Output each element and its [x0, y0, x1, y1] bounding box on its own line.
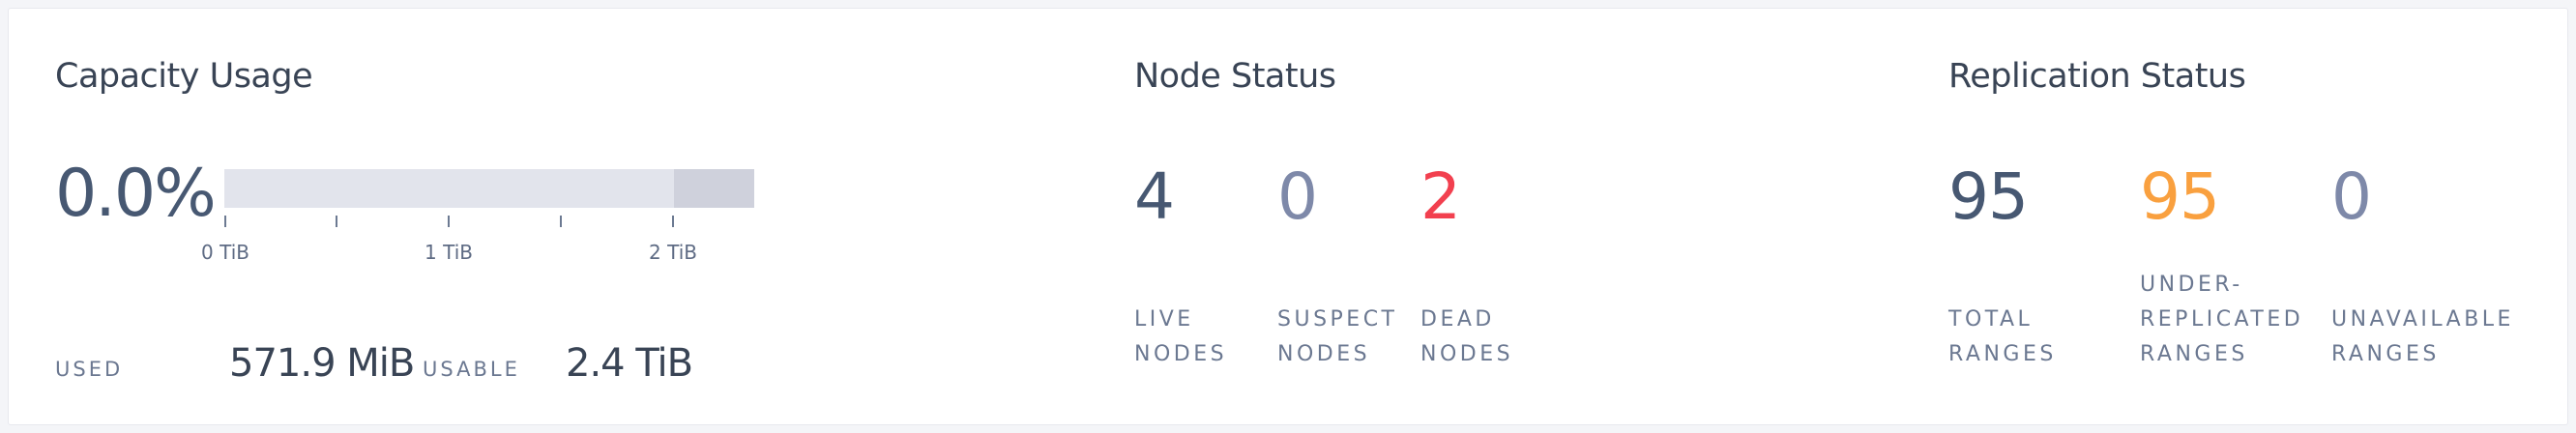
capacity-percent: 0.0%	[55, 156, 217, 232]
capacity-tick-label: 1 TiB	[424, 241, 473, 264]
total-ranges-stat: 95 TOTAL RANGES	[1948, 9, 2092, 424]
used-value: 571.9 MiB	[229, 341, 415, 386]
live-nodes-stat: 4 LIVE NODES	[1134, 9, 1277, 424]
under-replicated-ranges-label: UNDER- REPLICATED RANGES	[2140, 273, 2304, 366]
unavailable-ranges-stat: 0 UNAVAILABLE RANGES	[2331, 9, 2510, 424]
capacity-bar-overflow	[674, 169, 754, 208]
usable-value: 2.4 TiB	[566, 341, 693, 386]
used-label: USED	[55, 358, 124, 381]
unavailable-ranges-value: 0	[2331, 159, 2372, 234]
cluster-summary-card: Capacity Usage 0.0% 0 TiB 1 TiB 2 TiB US…	[8, 8, 2568, 425]
unavailable-ranges-label: UNAVAILABLE RANGES	[2331, 307, 2514, 366]
node-status-section: Node Status 4 LIVE NODES 0 SUSPECT NODES…	[1134, 9, 1908, 424]
capacity-usage-section: Capacity Usage 0.0% 0 TiB 1 TiB 2 TiB US…	[55, 9, 1070, 424]
total-ranges-label: TOTAL RANGES	[1948, 307, 2057, 366]
suspect-nodes-stat: 0 SUSPECT NODES	[1277, 9, 1420, 424]
under-replicated-ranges-stat: 95 UNDER- REPLICATED RANGES	[2140, 9, 2300, 424]
capacity-bar	[224, 169, 754, 208]
capacity-tick	[672, 216, 674, 227]
capacity-tick-label: 2 TiB	[649, 241, 697, 264]
replication-status-section: Replication Status 95 TOTAL RANGES 95 UN…	[1948, 9, 2567, 424]
capacity-usage-title: Capacity Usage	[55, 57, 313, 96]
total-ranges-value: 95	[1948, 159, 2029, 234]
dead-nodes-label: DEAD NODES	[1420, 307, 1514, 366]
capacity-tick	[336, 216, 337, 227]
capacity-tick	[448, 216, 450, 227]
under-replicated-ranges-value: 95	[2140, 159, 2220, 234]
capacity-tick	[560, 216, 562, 227]
capacity-tick	[224, 216, 226, 227]
live-nodes-value: 4	[1134, 159, 1175, 234]
usable-label: USABLE	[423, 358, 520, 381]
dead-nodes-stat: 2 DEAD NODES	[1420, 9, 1564, 424]
capacity-tick-label: 0 TiB	[201, 241, 249, 264]
suspect-nodes-value: 0	[1277, 159, 1318, 234]
dead-nodes-value: 2	[1420, 159, 1461, 234]
